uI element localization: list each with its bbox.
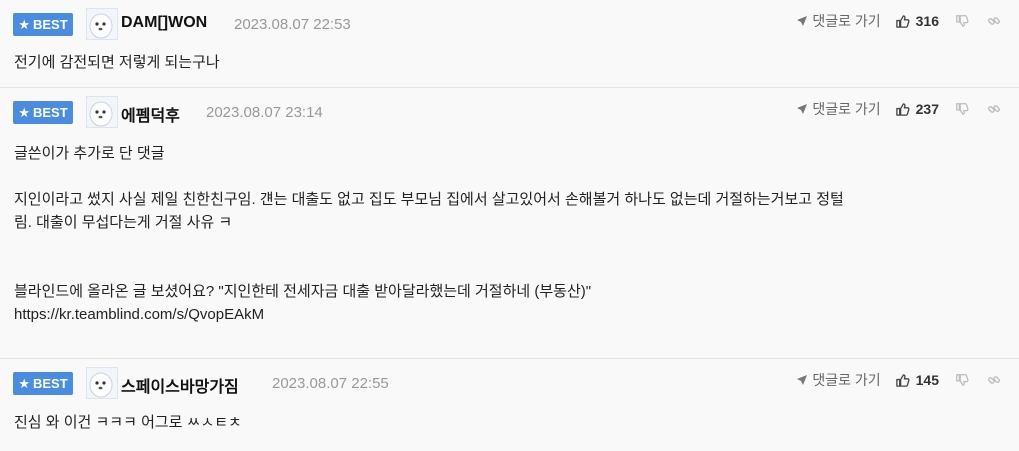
comment-actions: 댓글로 가기 145 bbox=[796, 370, 1001, 390]
thumbs-up-icon bbox=[895, 373, 910, 387]
copy-link-button[interactable] bbox=[987, 14, 1001, 28]
avatar[interactable] bbox=[86, 8, 118, 40]
thumbs-up-icon bbox=[895, 14, 910, 28]
go-to-reply-label: 댓글로 가기 bbox=[812, 101, 881, 117]
comment-text-line: 전기에 감전되면 저렇게 되는구나 bbox=[14, 54, 220, 71]
best-badge: ★ BEST bbox=[13, 13, 73, 36]
like-button[interactable]: 237 bbox=[895, 101, 939, 117]
go-to-reply-button[interactable]: 댓글로 가기 bbox=[796, 99, 881, 119]
avatar-icon bbox=[87, 9, 117, 39]
best-badge: ★ BEST bbox=[13, 101, 73, 124]
comment-actions: 댓글로 가기 237 bbox=[796, 99, 1001, 119]
comment-text-line: 블라인드에 올라온 글 보셨어요? "지인한테 전세자금 대출 받아달라했는데 … bbox=[14, 283, 592, 300]
link-icon bbox=[988, 376, 1000, 384]
go-to-reply-label: 댓글로 가기 bbox=[812, 13, 881, 29]
comment-text-line: 글쓴이가 추가로 단 댓글 bbox=[14, 145, 165, 162]
comment-link[interactable]: https://kr.teamblind.com/s/QvopEAkM bbox=[14, 303, 844, 326]
best-badge-label: BEST bbox=[32, 105, 68, 120]
reply-arrow-icon bbox=[797, 16, 808, 26]
like-count: 145 bbox=[915, 372, 939, 388]
comment-text-line: 림. 대출이 무섭다는게 거절 사유 ㅋ bbox=[14, 214, 233, 231]
dislike-button[interactable] bbox=[955, 14, 969, 28]
go-to-reply-button[interactable]: 댓글로 가기 bbox=[796, 370, 881, 390]
thumbs-down-icon bbox=[956, 103, 969, 115]
thumbs-down-icon bbox=[956, 15, 969, 27]
comment-nickname[interactable]: 스페이스바망가짐 bbox=[121, 373, 239, 397]
go-to-reply-label: 댓글로 가기 bbox=[812, 372, 881, 388]
comment-date: 2023.08.07 22:55 bbox=[272, 375, 389, 392]
copy-link-button[interactable] bbox=[987, 102, 1001, 116]
best-badge-label: BEST bbox=[32, 376, 68, 391]
comment-date: 2023.08.07 23:14 bbox=[206, 104, 323, 121]
comment-item: ★ BEST 에펨덕후 2023.08.07 23:14 댓글로 가기 237 … bbox=[0, 88, 1019, 359]
avatar[interactable] bbox=[86, 96, 118, 128]
reply-arrow-icon bbox=[797, 375, 808, 385]
avatar-icon bbox=[87, 368, 117, 398]
best-badge-label: BEST bbox=[32, 17, 68, 32]
thumbs-up-icon bbox=[895, 102, 910, 116]
dislike-button[interactable] bbox=[955, 102, 969, 116]
comment-item: ★ BEST DAM[]WON 2023.08.07 22:53 댓글로 가기 … bbox=[0, 0, 1019, 88]
comment-body: 글쓴이가 추가로 단 댓글 지인이라고 썼지 사실 제일 친한친구임. 걘는 대… bbox=[14, 142, 844, 326]
like-button[interactable]: 145 bbox=[895, 372, 939, 388]
reply-arrow-icon bbox=[797, 104, 808, 114]
comment-date: 2023.08.07 22:53 bbox=[234, 16, 351, 33]
go-to-reply-button[interactable]: 댓글로 가기 bbox=[796, 11, 881, 31]
comment-nickname[interactable]: DAM[]WON bbox=[121, 14, 207, 32]
comment-nickname[interactable]: 에펨덕후 bbox=[121, 102, 180, 126]
avatar[interactable] bbox=[86, 367, 118, 399]
star-icon: ★ bbox=[18, 16, 30, 32]
comment-item: ★ BEST 스페이스바망가짐 2023.08.07 22:55 댓글로 가기 … bbox=[0, 359, 1019, 451]
copy-link-button[interactable] bbox=[987, 373, 1001, 387]
star-icon: ★ bbox=[18, 375, 30, 391]
comment-actions: 댓글로 가기 316 bbox=[796, 11, 1001, 31]
like-count: 316 bbox=[915, 13, 939, 29]
like-button[interactable]: 316 bbox=[895, 13, 939, 29]
comment-body: 전기에 감전되면 저렇게 되는구나 bbox=[14, 51, 220, 74]
avatar-icon bbox=[87, 97, 117, 127]
thumbs-down-icon bbox=[956, 374, 969, 386]
like-count: 237 bbox=[915, 101, 939, 117]
link-icon bbox=[988, 17, 1000, 25]
comment-text-line: 지인이라고 썼지 사실 제일 친한친구임. 걘는 대출도 없고 집도 부모님 집… bbox=[14, 191, 844, 208]
star-icon: ★ bbox=[18, 104, 30, 120]
comment-text-line: 진심 와 이건 ㅋㅋㅋ 어그로 ㅆㅅㅌㅊ bbox=[14, 414, 242, 431]
link-icon bbox=[988, 105, 1000, 113]
best-badge: ★ BEST bbox=[13, 372, 73, 395]
dislike-button[interactable] bbox=[955, 373, 969, 387]
comment-body: 진심 와 이건 ㅋㅋㅋ 어그로 ㅆㅅㅌㅊ bbox=[14, 411, 242, 434]
